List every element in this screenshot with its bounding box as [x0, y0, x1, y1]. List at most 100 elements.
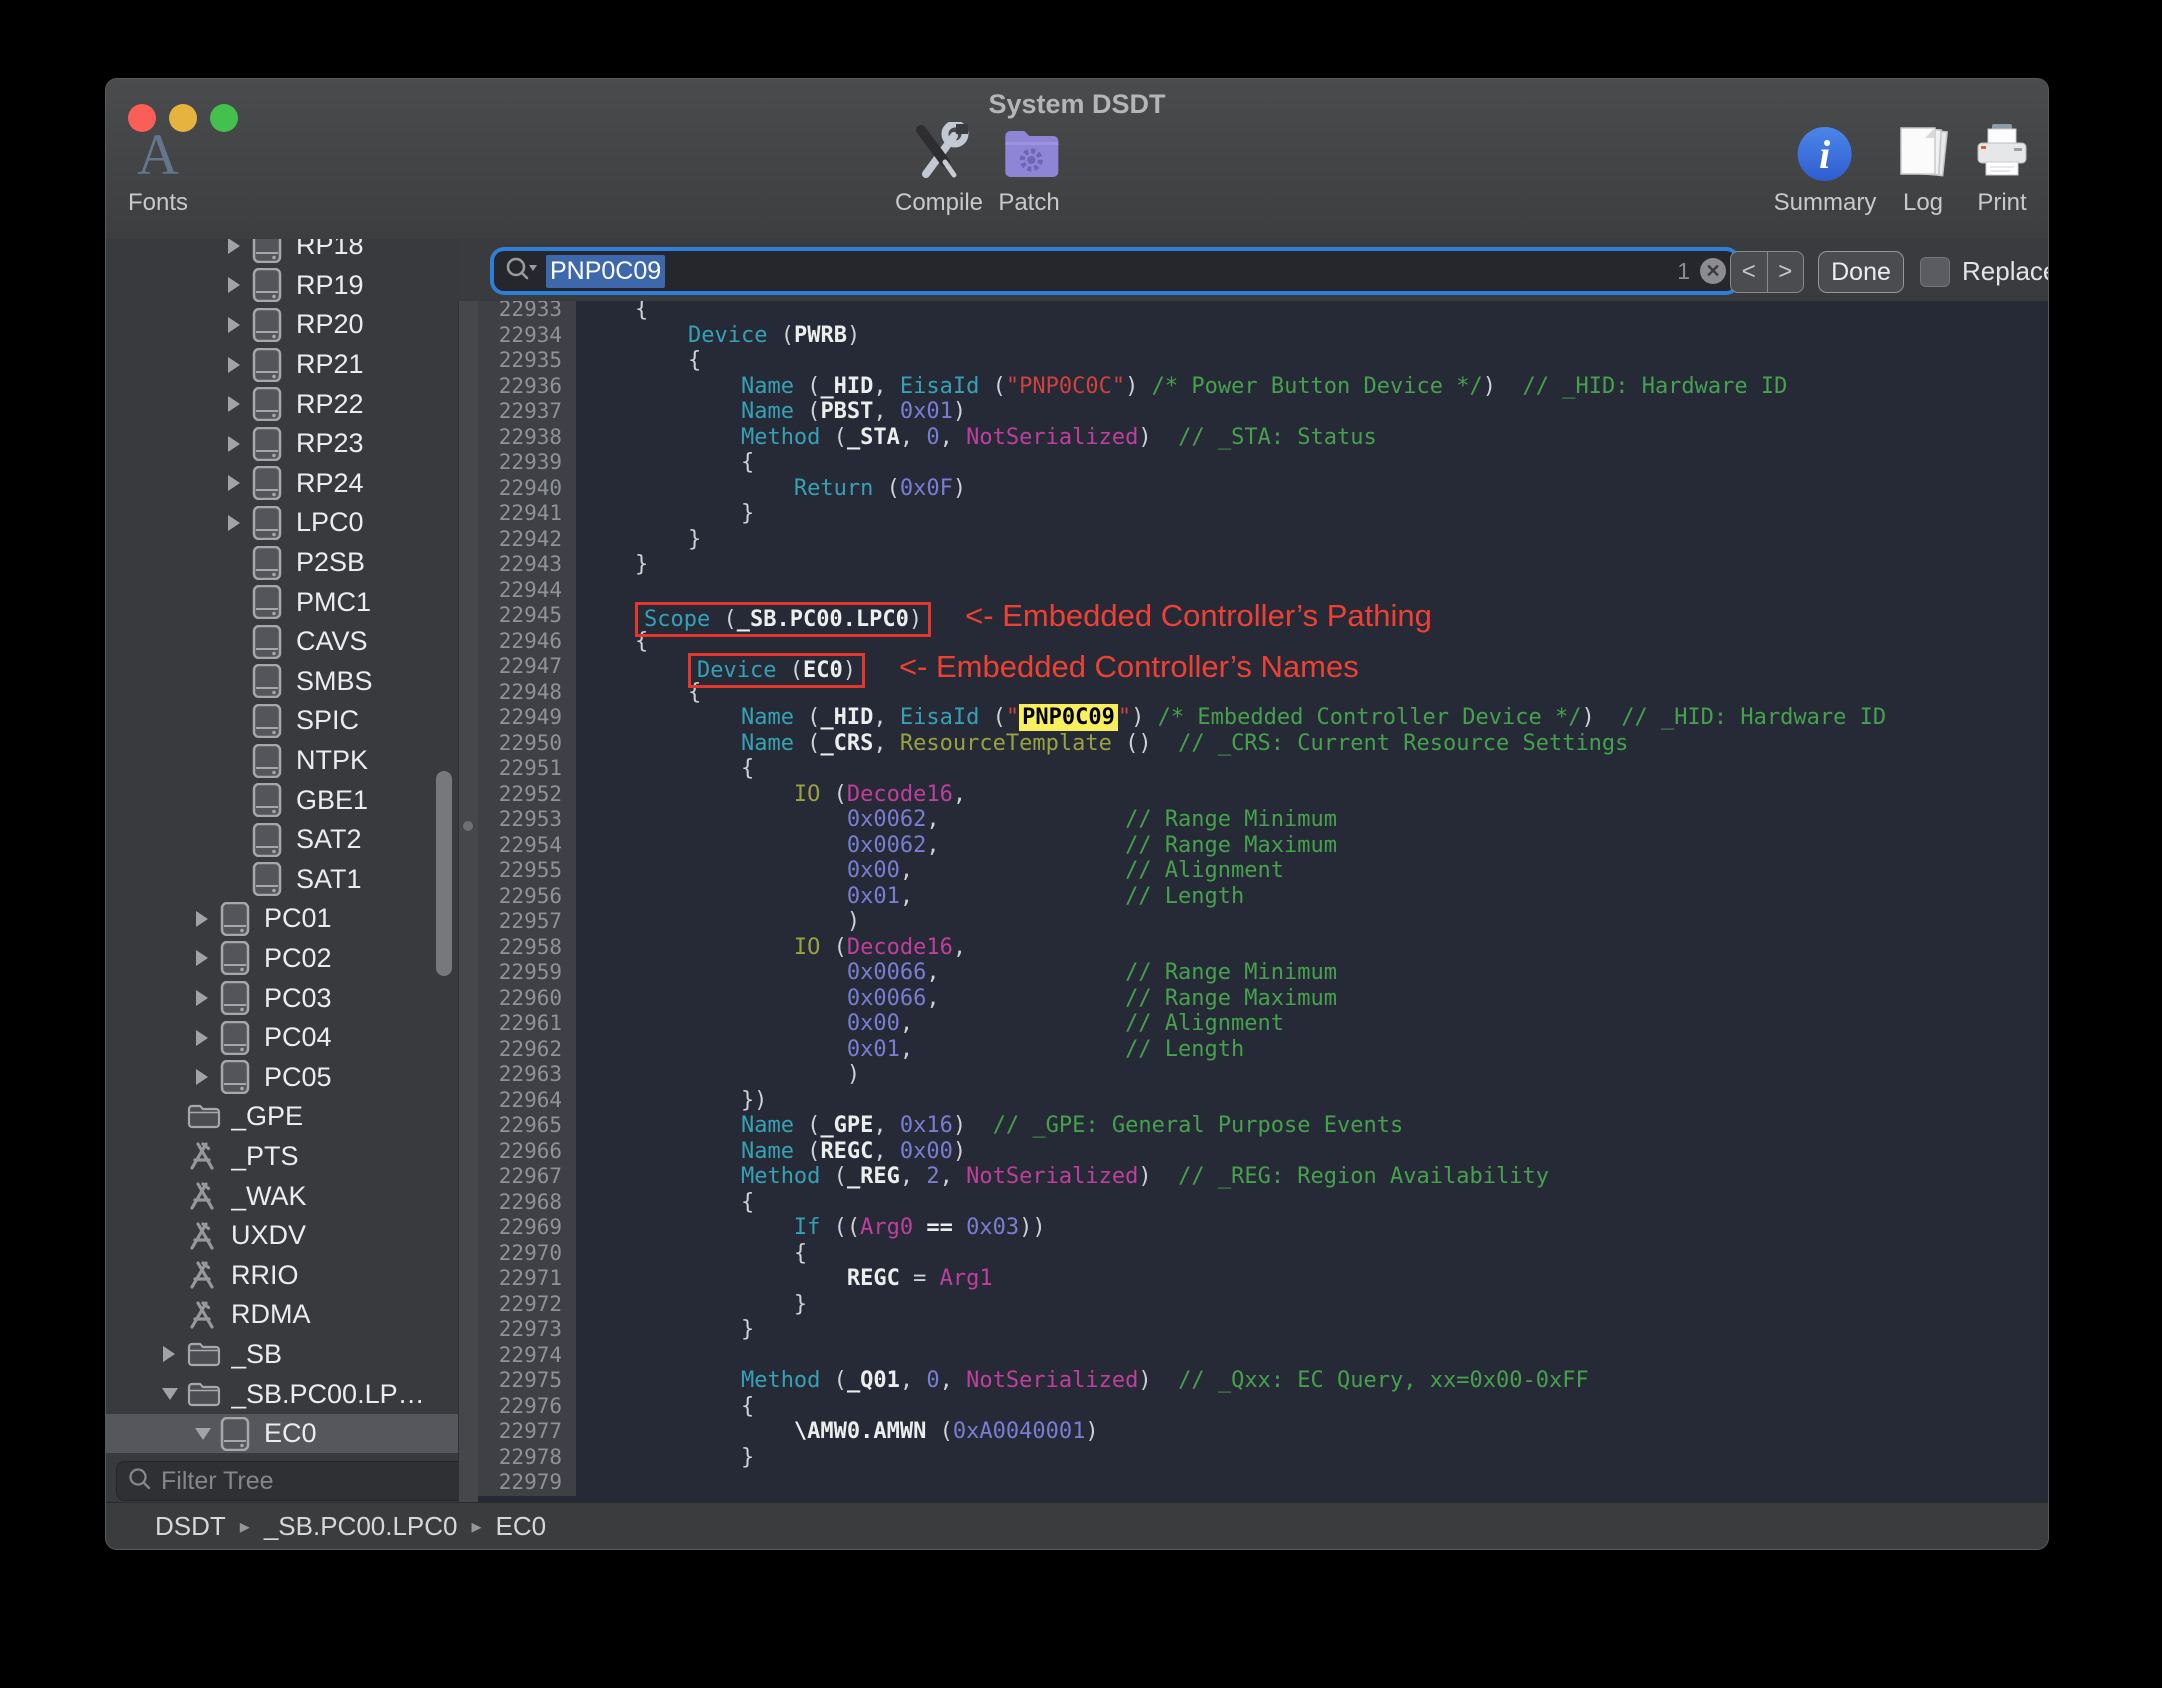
code-line[interactable]: 22950 Name (_CRS, ResourceTemplate () //…: [478, 730, 2048, 756]
find-next-button[interactable]: >: [1768, 252, 1804, 292]
filter-tree-input[interactable]: Filter Tree: [116, 1461, 458, 1501]
tree-item-SAT2[interactable]: SAT2: [106, 820, 458, 860]
code-line[interactable]: 22977 \AMW0.AMWN (0xA0040001): [478, 1419, 2048, 1445]
code-line[interactable]: 22951 {: [478, 756, 2048, 782]
code-line[interactable]: 22962 0x01, // Length: [478, 1036, 2048, 1062]
replace-checkbox[interactable]: [1920, 257, 1950, 287]
code-line[interactable]: 22955 0x00, // Alignment: [478, 858, 2048, 884]
disclosure-right-icon[interactable]: [194, 949, 220, 967]
code-line[interactable]: 22940 Return (0x0F): [478, 475, 2048, 501]
toolbar-item-summary[interactable]: i Summary: [1774, 121, 1876, 217]
code-line[interactable]: 22942 }: [478, 526, 2048, 552]
code-line[interactable]: 22968 {: [478, 1189, 2048, 1215]
tree-item-RDMA[interactable]: RDMA: [106, 1295, 458, 1335]
disclosure-right-icon[interactable]: [226, 395, 252, 413]
code-line[interactable]: 22943 }: [478, 552, 2048, 578]
disclosure-right-icon[interactable]: [226, 435, 252, 453]
disclosure-right-icon[interactable]: [161, 1345, 187, 1363]
code-line[interactable]: 22976 {: [478, 1393, 2048, 1419]
code-line[interactable]: 22970 {: [478, 1240, 2048, 1266]
code-line[interactable]: 22978 }: [478, 1444, 2048, 1470]
disclosure-right-icon[interactable]: [194, 989, 220, 1007]
code-line[interactable]: 22938 Method (_STA, 0, NotSerialized) //…: [478, 424, 2048, 450]
tree-item-RP23[interactable]: RP23: [106, 424, 458, 464]
tree-item-PC04[interactable]: PC04: [106, 1018, 458, 1058]
tree-item-P2SB[interactable]: P2SB: [106, 543, 458, 583]
code-line[interactable]: 22966 Name (REGC, 0x00): [478, 1138, 2048, 1164]
search-input[interactable]: PNP0C09 1 ✕: [494, 251, 1736, 291]
disclosure-right-icon[interactable]: [226, 276, 252, 294]
disclosure-right-icon[interactable]: [194, 1029, 220, 1047]
code-line[interactable]: 22967 Method (_REG, 2, NotSerialized) //…: [478, 1164, 2048, 1190]
code-line[interactable]: 22949 Name (_HID, EisaId (" PNP0C09 ") /* …: [478, 704, 2048, 731]
code-line[interactable]: 22958 IO (Decode16,: [478, 934, 2048, 960]
search-magnifier-icon[interactable]: [504, 255, 538, 288]
sidebar-splitter[interactable]: [458, 301, 480, 1503]
tree-item-_WAK[interactable]: _WAK: [106, 1176, 458, 1216]
toolbar-item-print[interactable]: Print: [1972, 121, 2032, 217]
disclosure-down-icon[interactable]: [194, 1426, 220, 1442]
code-line[interactable]: 22941 }: [478, 501, 2048, 527]
code-line[interactable]: 22937 Name (PBST, 0x01): [478, 399, 2048, 425]
toolbar-item-log[interactable]: Log: [1893, 121, 1953, 217]
code-line[interactable]: 22934 Device (PWRB): [478, 322, 2048, 348]
code-line[interactable]: 22959 0x0066, // Range Minimum: [478, 960, 2048, 986]
code-line[interactable]: 22961 0x00, // Alignment: [478, 1011, 2048, 1037]
code-editor[interactable]: 22933 {22934 Device (PWRB) 22935 {22936 N…: [478, 301, 2048, 1503]
tree-item-RP18[interactable]: RP18: [106, 239, 458, 266]
tree-item-LPC0[interactable]: LPC0: [106, 503, 458, 543]
tree-item-SPIC[interactable]: SPIC: [106, 701, 458, 741]
tree-item-SMBS[interactable]: SMBS: [106, 662, 458, 702]
toolbar-item-compile[interactable]: Compile: [895, 121, 983, 217]
tree-item-PMC1[interactable]: PMC1: [106, 582, 458, 622]
code-line[interactable]: 22954 0x0062, // Range Maximum: [478, 832, 2048, 858]
code-line[interactable]: 22935 {: [478, 348, 2048, 374]
tree-item-_PTS[interactable]: _PTS: [106, 1137, 458, 1177]
find-previous-button[interactable]: <: [1731, 252, 1768, 292]
tree-item-PC01[interactable]: PC01: [106, 899, 458, 939]
code-line[interactable]: 22974: [478, 1342, 2048, 1368]
disclosure-right-icon[interactable]: [194, 910, 220, 928]
clear-search-icon[interactable]: ✕: [1700, 258, 1726, 284]
tree-item-_SBPC00LP[interactable]: _SB.PC00.LP…: [106, 1374, 458, 1414]
disclosure-right-icon[interactable]: [194, 1068, 220, 1086]
toolbar-item-fonts[interactable]: A Fonts: [128, 121, 188, 217]
tree-item-_SB[interactable]: _SB: [106, 1335, 458, 1375]
code-line[interactable]: 22947 Device (EC0) <- Embedded Controller…: [478, 651, 2048, 688]
code-line[interactable]: 22939 {: [478, 450, 2048, 476]
tree-item-RP21[interactable]: RP21: [106, 345, 458, 385]
done-button[interactable]: Done: [1818, 251, 1904, 293]
tree-item-PC03[interactable]: PC03: [106, 978, 458, 1018]
replace-checkbox-label[interactable]: Replace: [1962, 253, 2048, 289]
code-line[interactable]: 22971 REGC = Arg1: [478, 1266, 2048, 1292]
tree-item-UXDV[interactable]: UXDV: [106, 1216, 458, 1256]
tree-item-_GPE[interactable]: _GPE: [106, 1097, 458, 1137]
breadcrumb-item-DSDT[interactable]: DSDT: [155, 1511, 226, 1542]
code-line[interactable]: 22972 }: [478, 1291, 2048, 1317]
tree-item-RP19[interactable]: RP19: [106, 266, 458, 306]
code-line[interactable]: 22936 Name (_HID, EisaId ("PNP0C0C") /* …: [478, 373, 2048, 399]
tree-item-GBE1[interactable]: GBE1: [106, 780, 458, 820]
disclosure-right-icon[interactable]: [226, 356, 252, 374]
disclosure-right-icon[interactable]: [226, 239, 252, 255]
toolbar-item-patch[interactable]: Patch: [998, 121, 1060, 217]
code-line[interactable]: 22964 }): [478, 1087, 2048, 1113]
tree-item-CAVS[interactable]: CAVS: [106, 622, 458, 662]
tree-item-RP24[interactable]: RP24: [106, 464, 458, 504]
code-line[interactable]: 22952 IO (Decode16,: [478, 781, 2048, 807]
disclosure-right-icon[interactable]: [226, 514, 252, 532]
code-line[interactable]: 22979: [478, 1470, 2048, 1496]
code-line[interactable]: 22956 0x01, // Length: [478, 883, 2048, 909]
tree-item-PC02[interactable]: PC02: [106, 939, 458, 979]
sidebar-scrollbar[interactable]: [436, 771, 452, 976]
breadcrumb-item-_SBPC00LPC0[interactable]: _SB.PC00.LPC0: [264, 1511, 458, 1542]
disclosure-right-icon[interactable]: [226, 316, 252, 334]
disclosure-down-icon[interactable]: [161, 1386, 187, 1402]
code-line[interactable]: 22969 If ((Arg0 == 0x03)): [478, 1215, 2048, 1241]
tree-item-RP22[interactable]: RP22: [106, 384, 458, 424]
breadcrumb-item-EC0[interactable]: EC0: [496, 1511, 547, 1542]
tree-item-SAT1[interactable]: SAT1: [106, 860, 458, 900]
tree-item-EC0[interactable]: EC0: [106, 1413, 458, 1454]
code-line[interactable]: 22945 Scope (_SB.PC00.LPC0) <- Embedded C…: [478, 600, 2048, 637]
code-line[interactable]: 22975 Method (_Q01, 0, NotSerialized) //…: [478, 1368, 2048, 1394]
